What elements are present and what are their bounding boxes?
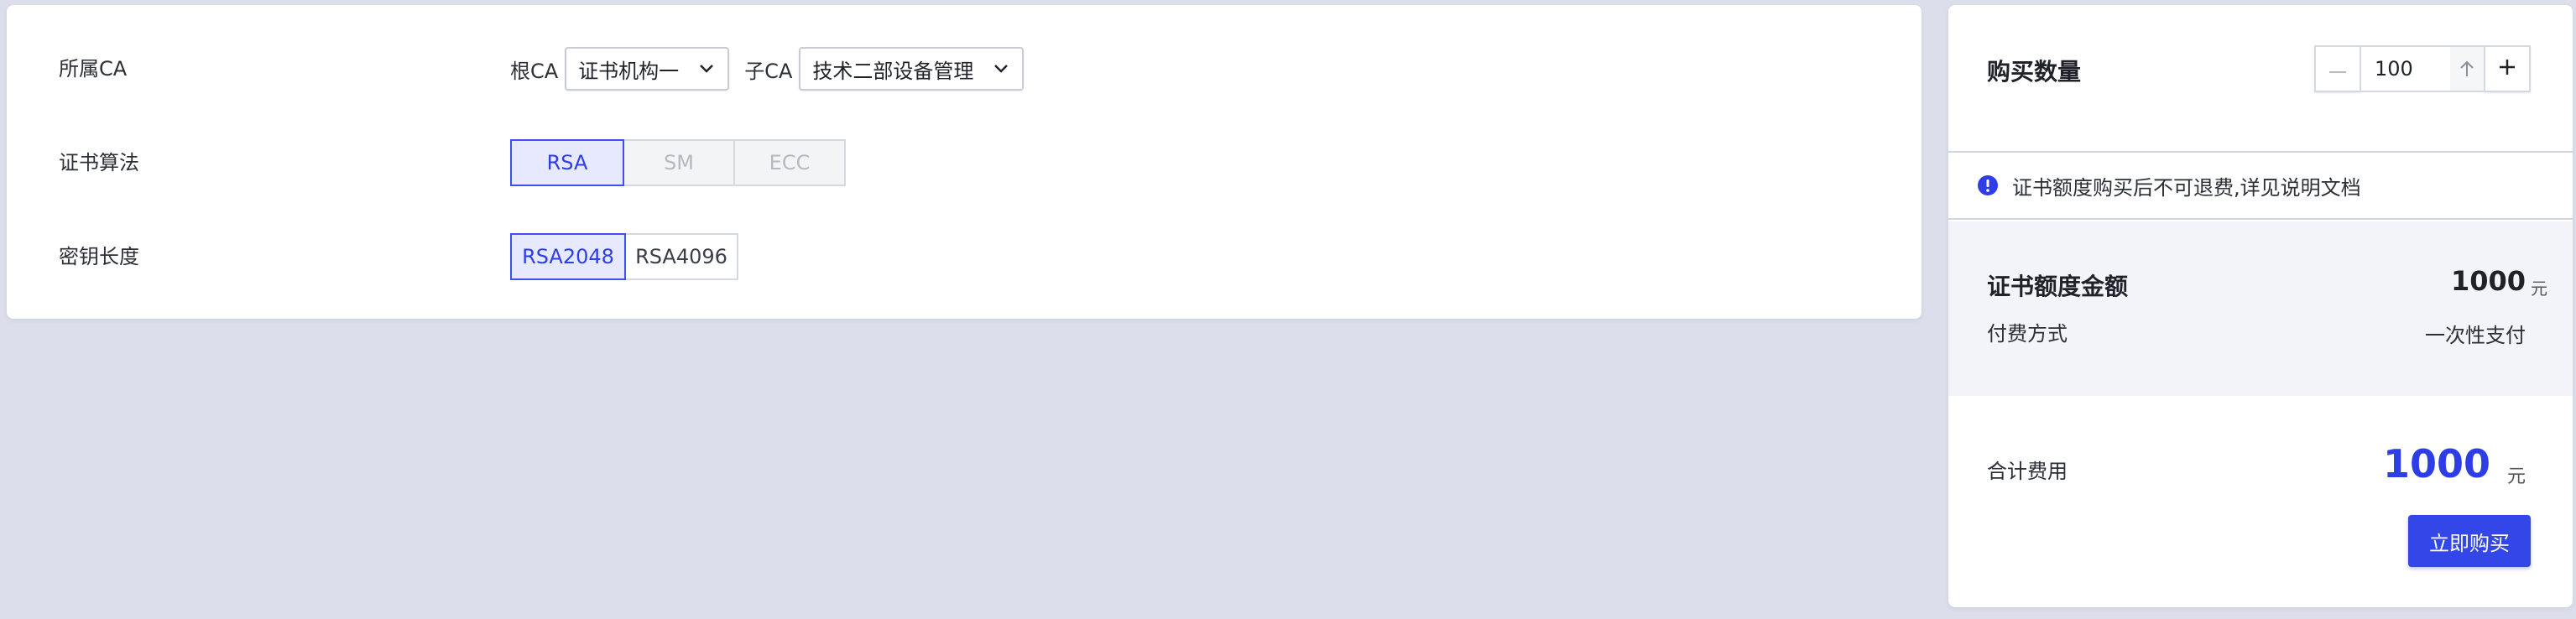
key-length-row: 密钥长度 RSA2048 RSA4096	[7, 231, 1922, 282]
algorithm-segmented: RSA SM ECC	[510, 139, 846, 186]
decrement-button[interactable]	[2314, 45, 2361, 92]
quantity-label: 购买数量	[1987, 58, 2082, 86]
ca-label: 所属CA	[59, 57, 128, 81]
key-length-label: 密钥长度	[59, 245, 139, 268]
quantity-input[interactable]: 100	[2361, 45, 2484, 92]
quantity-section: 购买数量 100	[1948, 5, 2573, 153]
plus-icon	[2498, 58, 2516, 80]
key-length-option-rsa4096[interactable]: RSA4096	[624, 233, 738, 280]
key-length-segmented: RSA2048 RSA4096	[510, 233, 738, 280]
algorithm-row: 证书算法 RSA SM ECC	[7, 138, 1922, 188]
amount-unit: 元	[2531, 278, 2547, 299]
amount-section: 证书额度金额 1000 元 付费方式 一次性支付	[1948, 221, 2573, 396]
key-length-option-rsa2048[interactable]: RSA2048	[510, 233, 626, 280]
root-ca-value: 证书机构一	[578, 59, 680, 83]
refund-notice: 证书额度购买后不可退费,详见说明文档	[1948, 153, 2573, 220]
info-icon	[1977, 174, 1999, 196]
chevron-down-icon	[697, 60, 716, 78]
chevron-down-icon	[992, 60, 1010, 78]
quantity-value: 100	[2375, 57, 2413, 81]
root-ca-select[interactable]: 证书机构一	[565, 47, 730, 91]
root-ca-label: 根CA	[510, 59, 559, 83]
payment-value: 一次性支付	[2425, 324, 2526, 347]
certificate-config-panel: 所属CA 根CA 证书机构一 子CA 技术二部设备管理 证书算法 RSA SM …	[7, 5, 1922, 319]
arrow-up-icon[interactable]	[2450, 47, 2484, 91]
algorithm-controls: RSA SM ECC	[510, 138, 846, 188]
ca-row: 所属CA 根CA 证书机构一 子CA 技术二部设备管理	[7, 44, 1922, 94]
algorithm-option-ecc[interactable]: ECC	[733, 139, 846, 186]
amount-value: 1000	[2450, 265, 2526, 297]
ca-controls: 根CA 证书机构一 子CA 技术二部设备管理	[510, 44, 1039, 94]
payment-label: 付费方式	[1987, 322, 2068, 346]
key-length-controls: RSA2048 RSA4096	[510, 231, 738, 282]
purchase-panel: 购买数量 100 证书额度购买后不可退费,详见说明文档 证书额度金额 1000 …	[1948, 5, 2573, 607]
quantity-stepper: 100	[2314, 45, 2531, 92]
buy-now-button[interactable]: 立即购买	[2408, 515, 2531, 567]
sub-ca-select[interactable]: 技术二部设备管理	[799, 47, 1025, 91]
minus-icon	[2329, 61, 2346, 77]
total-unit: 元	[2506, 466, 2526, 487]
amount-label: 证书额度金额	[1987, 273, 2129, 300]
sub-ca-value: 技术二部设备管理	[812, 59, 974, 83]
notice-text: 证书额度购买后不可退费,详见说明文档	[2012, 175, 2361, 200]
sub-ca-label: 子CA	[744, 59, 793, 83]
total-value: 1000	[2382, 441, 2490, 486]
increment-button[interactable]	[2484, 45, 2531, 92]
total-label: 合计费用	[1987, 460, 2068, 483]
algorithm-option-sm[interactable]: SM	[623, 139, 735, 186]
algorithm-label: 证书算法	[59, 151, 139, 174]
algorithm-option-rsa[interactable]: RSA	[510, 139, 624, 186]
